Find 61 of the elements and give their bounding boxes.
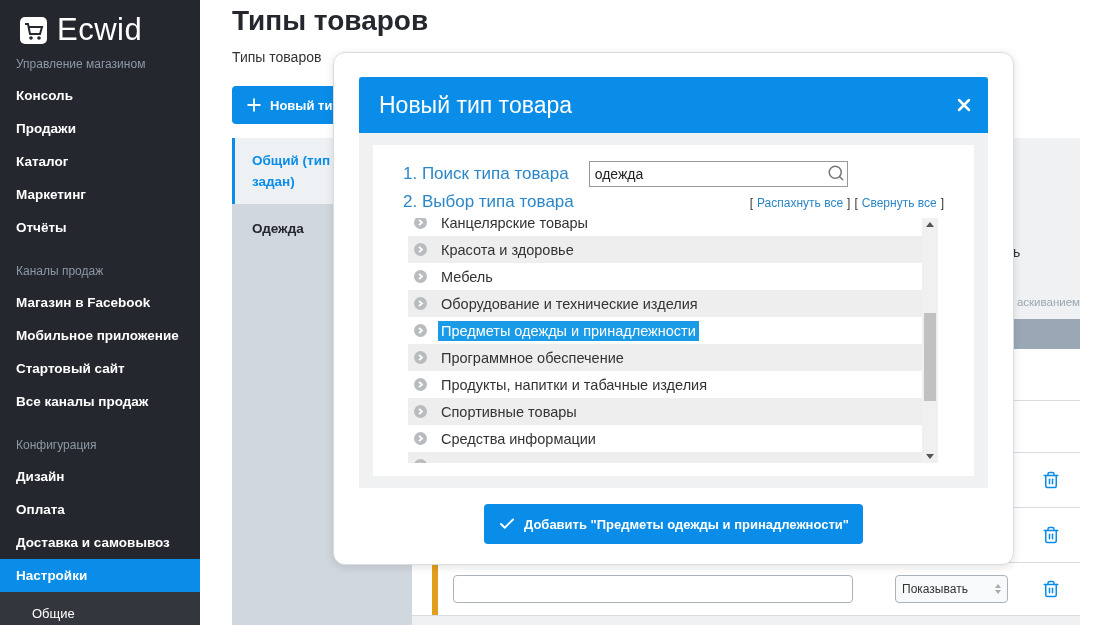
table-text: ь (1013, 244, 1022, 260)
section-heading: Конфигурация (15, 437, 98, 454)
sort-arrows-icon (995, 584, 1001, 594)
tree-link[interactable]: Распахнуть все (757, 196, 844, 210)
bracket-text: ] (847, 196, 851, 210)
sidebar-item[interactable]: Отчёты (0, 211, 200, 244)
category-label[interactable]: Программное обеспечение (441, 347, 627, 368)
category-label[interactable]: Средства информации (441, 428, 599, 449)
trash-icon[interactable] (1042, 526, 1060, 544)
sidebar-item[interactable]: Оплата (0, 493, 200, 526)
category-row[interactable]: Средства информации (408, 425, 922, 452)
chevron-icon[interactable] (414, 218, 427, 229)
category-row[interactable]: Канцелярские товары (408, 218, 922, 236)
sidebar-item[interactable]: Все каналы продаж (0, 385, 200, 418)
category-label[interactable]: Мебель (441, 266, 496, 287)
chevron-icon[interactable] (414, 351, 427, 364)
sidebar-item[interactable]: Консоль (0, 79, 200, 112)
section-heading: Каналы продаж (15, 263, 105, 280)
sidebar-item[interactable]: Дизайн (0, 460, 200, 493)
sidebar-item[interactable]: Продажи (0, 112, 200, 145)
sidebar-item[interactable]: Настройки (0, 559, 200, 592)
bracket-text: [ (749, 196, 753, 210)
page-title: Типы товаров (232, 4, 430, 38)
bracket-text: ] (940, 196, 944, 210)
chevron-icon[interactable] (414, 243, 427, 256)
cart-logo-icon (20, 16, 47, 44)
sidebar-item[interactable]: Каталог (0, 145, 200, 178)
sidebar-item[interactable]: Доставка и самовывоз (0, 526, 200, 559)
trash-icon[interactable] (1042, 580, 1060, 598)
sidebar-item[interactable]: Стартовый сайт (0, 352, 200, 385)
category-row[interactable]: Мебель (408, 263, 922, 290)
category-label[interactable]: Спортивные товары (441, 401, 580, 422)
column-hint: аскиванием (1016, 296, 1080, 308)
chevron-icon[interactable] (414, 324, 427, 337)
chevron-icon[interactable] (414, 270, 427, 283)
chevron-icon[interactable] (414, 432, 427, 445)
page-subtitle: Типы товаров (232, 49, 323, 67)
logo-text: Ecwid (57, 12, 143, 48)
scroll-up-icon[interactable] (926, 222, 934, 227)
visibility-select[interactable]: Показывать (895, 575, 1008, 603)
search-icon[interactable] (826, 164, 845, 182)
sidebar-item[interactable]: Мобильное приложение (0, 319, 200, 352)
add-button[interactable]: Добавить "Предметы одежды и принадлежности" (484, 504, 863, 544)
chevron-icon[interactable] (414, 378, 427, 391)
tree-link[interactable]: Свернуть все (861, 196, 937, 210)
category-label[interactable]: Красота и здоровье (441, 239, 577, 260)
category-label[interactable]: Оборудование и технические изделия (441, 293, 701, 314)
category-label[interactable]: Канцелярские товары (441, 218, 592, 233)
section-heading: Управление магазином (15, 56, 147, 73)
search-field[interactable]: одежда (588, 161, 848, 187)
bracket-text: [ (854, 196, 858, 210)
chevron-icon[interactable] (414, 405, 427, 418)
plus-icon (244, 95, 264, 115)
sidebar-item[interactable]: Магазин в Facebook (0, 286, 200, 319)
sidebar-item[interactable]: Маркетинг (0, 178, 200, 211)
trash-icon[interactable] (1042, 471, 1060, 489)
sidebar-subitem[interactable]: Общие (0, 592, 200, 625)
category-row[interactable]: Продукты, напитки и табачные изделия (408, 371, 922, 398)
input-field[interactable] (453, 575, 853, 603)
chevron-icon[interactable] (414, 297, 427, 310)
category-label[interactable]: Продукты, напитки и табачные изделия (441, 374, 711, 395)
